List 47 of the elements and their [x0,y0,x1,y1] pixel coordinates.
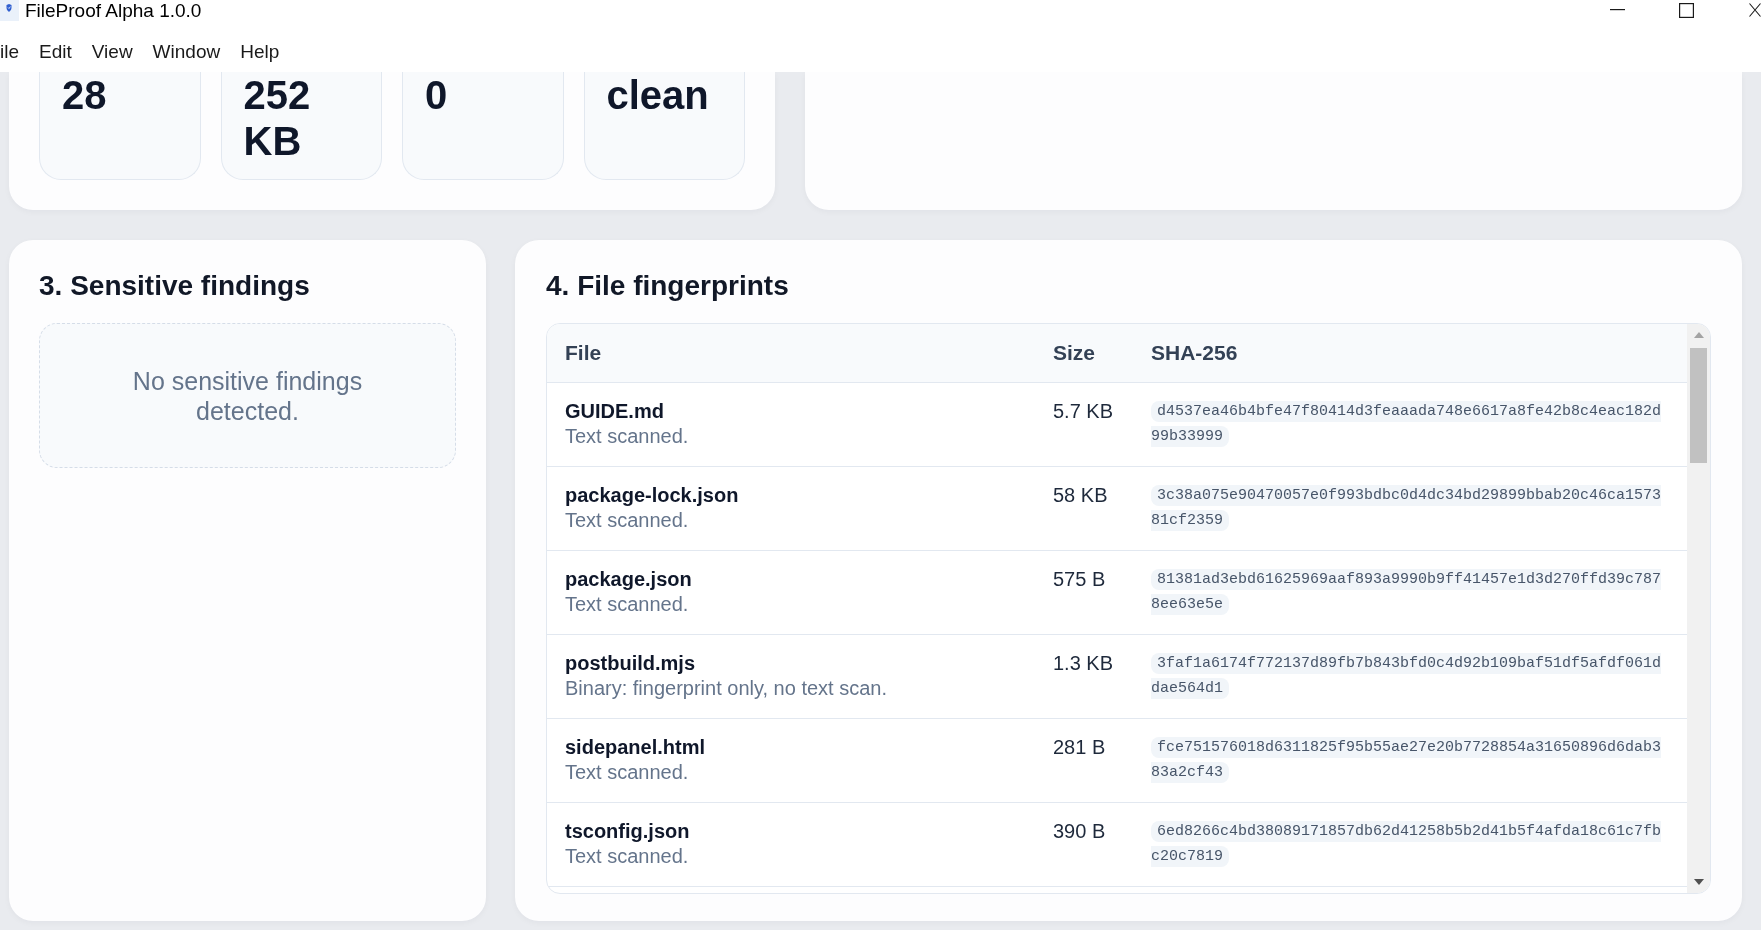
file-name: sidepanel.html [565,735,706,760]
file-name: package-lock.json [565,483,739,508]
column-header: Size [1052,340,1097,366]
section-title: 3. Sensitive findings [39,270,311,302]
column-header: SHA-256 [1150,340,1239,366]
maximize-icon [1678,3,1694,18]
file-status: Text scanned. [565,844,689,869]
file-name: GUIDE.md [565,399,664,424]
file-status: Text scanned. [565,508,689,533]
file-size: 390 B [1053,819,1106,844]
hash-value: 81381ad3ebd61625969aaf893a9990b9ff41457e1d3d270ffd39c7878ee63e5e [1151,568,1662,617]
close-icon [1749,3,1761,17]
section-title: 4. File fingerprints [546,270,790,302]
menu-item[interactable]: Edit [39,40,72,64]
scrollbar[interactable] [1687,324,1710,893]
minimize-icon [1609,9,1625,11]
window-title: FileProof Alpha 1.0.0 [25,0,202,22]
hash-value: 3c38a075e90470057e0f993bdbc0d4dc34bd29899bbab20c46ca157381cf2359 [1151,484,1662,533]
hash-value: d4537ea46b4bfe47f80414d3feaaada748e6617a8fe42b8c4eac182d99b33999 [1151,400,1662,449]
file-size: 5.7 KB [1053,399,1114,424]
caret-down-icon[interactable] [1693,879,1704,885]
menu-item[interactable]: ile [0,40,19,64]
hash-value: 6ed8266c4bd38089171857db62d41258b5b2d41b5f4afda18c61c7fbc20c7819 [1151,820,1662,869]
menu-item[interactable]: Window [152,40,221,64]
file-size: 58 KB [1053,483,1108,508]
file-status: Text scanned. [565,760,689,785]
file-size: 575 B [1053,567,1106,592]
hash-value: fce751576018d6311825f95b55ae27e20b7728854a31650896d6dab383a2cf43 [1151,736,1662,785]
file-status: Binary: fingerprint only, no text scan. [565,676,887,701]
hash-value: 3faf1a6174f772137d89fb7b843bfd0c4d92b109baf51df5afdf061ddae564d1 [1151,652,1662,701]
column-header: File [564,340,603,366]
menu-item[interactable]: Help [240,40,280,64]
file-status: Text scanned. [565,424,689,449]
menu-item[interactable]: View [91,40,133,64]
file-status: Text scanned. [565,592,689,617]
file-name: package.json [565,567,692,592]
scrollbar-thumb[interactable] [1690,348,1707,463]
file-size: 281 B [1053,735,1106,760]
file-name: postbuild.mjs [565,651,695,676]
file-name: tsconfig.json [565,819,690,844]
stat-value: 252 KB [243,72,312,164]
stat-value: clean [606,72,710,118]
caret-up-icon[interactable] [1693,332,1704,338]
empty-state-text: No sensitive findings detected. [131,366,364,426]
stat-value: 28 [62,72,108,118]
stat-value: 0 [425,72,449,118]
file-size: 1.3 KB [1053,651,1114,676]
